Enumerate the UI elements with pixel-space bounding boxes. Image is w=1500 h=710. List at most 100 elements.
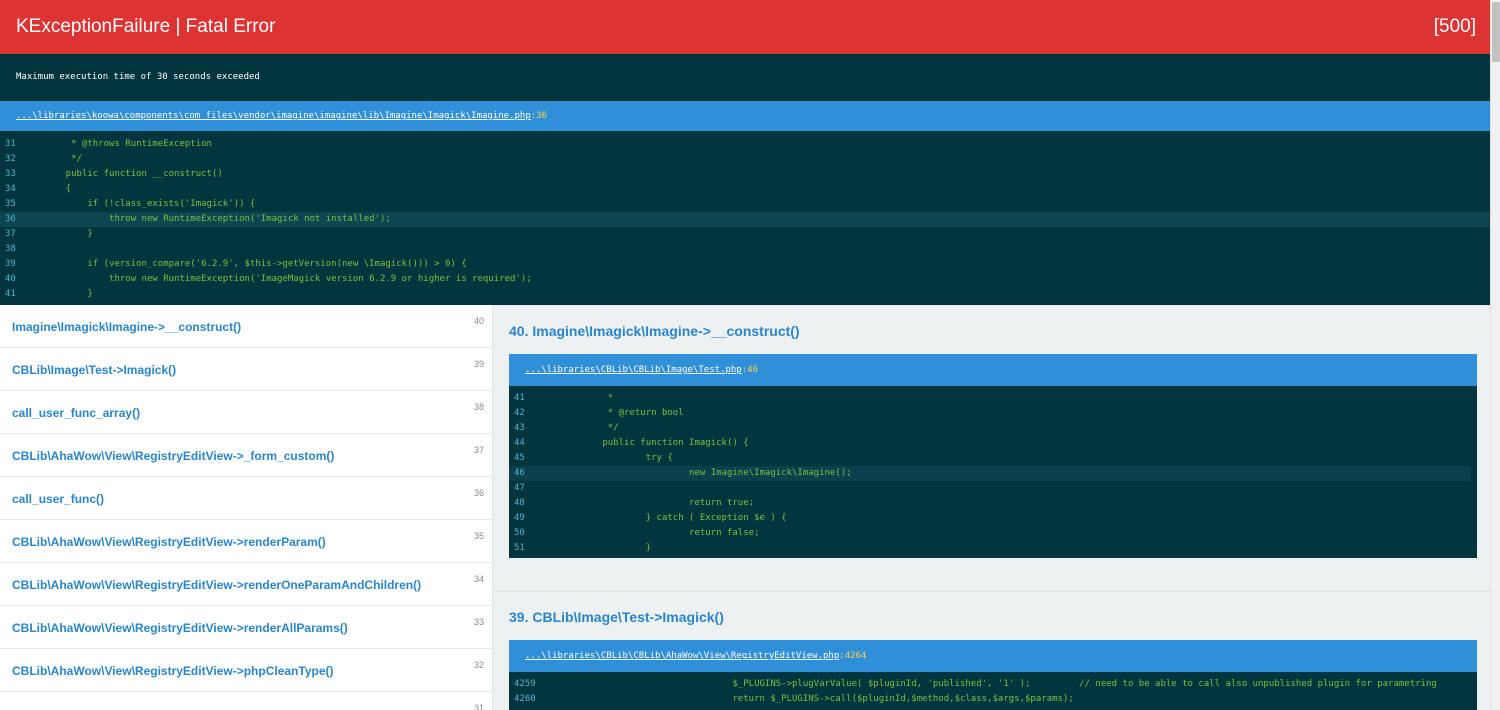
- code-line: {: [44, 184, 72, 194]
- code-row: 41 *: [509, 391, 1477, 406]
- code-row: 48 return true;: [509, 496, 1477, 511]
- trace-item[interactable]: CBLib\AhaWow\View\RegistryEditView->rend…: [0, 606, 492, 649]
- trace-item[interactable]: CBLib\AhaWow\View\RegistryEditView->_for…: [0, 434, 492, 477]
- line-number: 51: [514, 543, 525, 553]
- frame-code-block: 41 * 42 * @return bool 43 */ 44 public f…: [509, 386, 1477, 558]
- line-number: 33: [5, 169, 16, 179]
- code-row: 45 try {: [509, 451, 1477, 466]
- code-row: 39 if (version_compare('6.2.9', $this->g…: [0, 257, 1490, 272]
- trace-index: 40: [473, 316, 484, 326]
- code-line: return true;: [559, 498, 755, 508]
- code-row: 40 throw new RuntimeException('ImageMagi…: [0, 272, 1490, 287]
- trace-item[interactable]: call_user_func() 36: [0, 477, 492, 520]
- trace-function: CBLib\Image\Test->Imagick(): [12, 363, 177, 377]
- code-row: 44 public function Imagick() {: [509, 436, 1477, 451]
- trace-item[interactable]: CBLib\Image\Test->Imagick() 39: [0, 348, 492, 391]
- line-number: 44: [514, 438, 525, 448]
- trace-item[interactable]: 31: [0, 692, 492, 710]
- frame-code-block: 4259 $_PLUGINS->plugVarValue( $pluginId,…: [509, 672, 1477, 710]
- line-number: 41: [5, 289, 16, 299]
- code-line: throw new RuntimeException('ImageMagick …: [44, 274, 532, 284]
- top-file-path-link[interactable]: ...\libraries\koowa\components\com_files…: [16, 111, 531, 121]
- code-line: *: [559, 393, 614, 403]
- code-row: 41 }: [0, 287, 1490, 302]
- trace-index: 35: [473, 531, 484, 541]
- line-number: 35: [5, 199, 16, 209]
- scrollbar-thumb[interactable]: [1492, 2, 1500, 62]
- highlighted-code-row: 36 throw new RuntimeException('Imagick n…: [0, 212, 1490, 227]
- stack-trace-list: Imagine\Imagick\Imagine->__construct() 40…: [0, 305, 493, 710]
- code-row: 32 */: [0, 152, 1490, 167]
- code-row: 47: [509, 481, 1477, 496]
- trace-function: call_user_func_array(): [12, 406, 141, 420]
- code-line: * @return bool: [559, 408, 684, 418]
- code-line: public function __construct(): [44, 169, 223, 179]
- line-number: 32: [5, 154, 16, 164]
- code-line: throw new RuntimeException('Imagick not …: [44, 214, 391, 224]
- line-number: 38: [5, 244, 16, 254]
- trace-index: 37: [473, 445, 484, 455]
- line-number: 36: [5, 214, 16, 224]
- trace-index: 38: [473, 402, 484, 412]
- trace-index: 36: [473, 488, 484, 498]
- trace-function: CBLib\AhaWow\View\RegistryEditView->rend…: [12, 578, 422, 592]
- trace-index: 31: [473, 703, 484, 710]
- frame-file-bar: ...\libraries\CBLib\CBLib\AhaWow\View\Re…: [509, 640, 1477, 672]
- code-line: */: [44, 154, 82, 164]
- trace-index: 33: [473, 617, 484, 627]
- code-line: $_PLUGINS->plugVarValue( $pluginId, 'pub…: [559, 679, 1437, 689]
- trace-item[interactable]: CBLib\AhaWow\View\RegistryEditView->phpC…: [0, 649, 492, 692]
- code-line: }: [44, 229, 93, 239]
- top-file-line: :36: [530, 111, 548, 121]
- line-number: 4259: [514, 679, 536, 689]
- frame-file-path-link[interactable]: ...\libraries\CBLib\CBLib\AhaWow\View\Re…: [525, 651, 839, 661]
- line-number: 48: [514, 498, 525, 508]
- trace-function: CBLib\AhaWow\View\RegistryEditView->rend…: [12, 621, 348, 635]
- code-line: }: [44, 289, 93, 299]
- code-row: 38: [0, 242, 1490, 257]
- line-number: 31: [5, 139, 16, 149]
- frame-divider: [493, 591, 1490, 592]
- trace-function: CBLib\AhaWow\View\RegistryEditView->rend…: [12, 535, 326, 549]
- line-number: 43: [514, 423, 525, 433]
- code-row: 33 public function __construct(): [0, 167, 1490, 182]
- trace-index: 34: [473, 574, 484, 584]
- frame-file-line: :4264: [839, 651, 867, 661]
- code-row: 42 * @return bool: [509, 406, 1477, 421]
- line-number: 37: [5, 229, 16, 239]
- line-number: 34: [5, 184, 16, 194]
- frame-file-line: :46: [741, 365, 759, 375]
- frame-file-bar: ...\libraries\CBLib\CBLib\Image\Test.php…: [509, 354, 1477, 386]
- line-number: 46: [514, 468, 525, 478]
- frame-title: 39. CBLib\Image\Test->Imagick(): [509, 609, 724, 625]
- line-number: 50: [514, 528, 525, 538]
- trace-item[interactable]: CBLib\AhaWow\View\RegistryEditView->rend…: [0, 563, 492, 606]
- code-line: try {: [559, 453, 673, 463]
- trace-item[interactable]: CBLib\AhaWow\View\RegistryEditView->rend…: [0, 520, 492, 563]
- code-line: public function Imagick() {: [559, 438, 749, 448]
- code-line: new Imagine\Imagick\Imagine();: [559, 468, 852, 478]
- line-number: 39: [5, 259, 16, 269]
- code-row: 35 if (!class_exists('Imagick')) {: [0, 197, 1490, 212]
- code-row: 51 }: [509, 541, 1477, 556]
- code-line: return false;: [559, 528, 760, 538]
- line-number: 40: [5, 274, 16, 284]
- error-message: Maximum execution time of 30 seconds exc…: [0, 54, 1490, 101]
- top-file-bar: ...\libraries\koowa\components\com_files…: [0, 101, 1490, 131]
- code-line: if (version_compare('6.2.9', $this->getV…: [44, 259, 467, 269]
- frame-file-path-link[interactable]: ...\libraries\CBLib\CBLib\Image\Test.php: [525, 365, 742, 375]
- trace-function: CBLib\AhaWow\View\RegistryEditView->phpC…: [12, 664, 334, 678]
- frame-title: 40. Imagine\Imagick\Imagine->__construct…: [509, 323, 800, 339]
- code-line: if (!class_exists('Imagick')) {: [44, 199, 256, 209]
- line-number: 47: [514, 483, 525, 493]
- code-row: 43 */: [509, 421, 1477, 436]
- code-line: return $_PLUGINS->call($pluginId,$method…: [559, 694, 1074, 704]
- code-row: 49 } catch ( Exception $e ) {: [509, 511, 1477, 526]
- code-row: 50 return false;: [509, 526, 1477, 541]
- trace-item[interactable]: call_user_func_array() 38: [0, 391, 492, 434]
- trace-index: 32: [473, 660, 484, 670]
- trace-item[interactable]: Imagine\Imagick\Imagine->__construct() 40: [0, 305, 492, 348]
- code-row: 31 * @throws RuntimeException: [0, 137, 1490, 152]
- frame-details: 40. Imagine\Imagick\Imagine->__construct…: [493, 305, 1490, 710]
- page-scrollbar[interactable]: [1490, 0, 1500, 710]
